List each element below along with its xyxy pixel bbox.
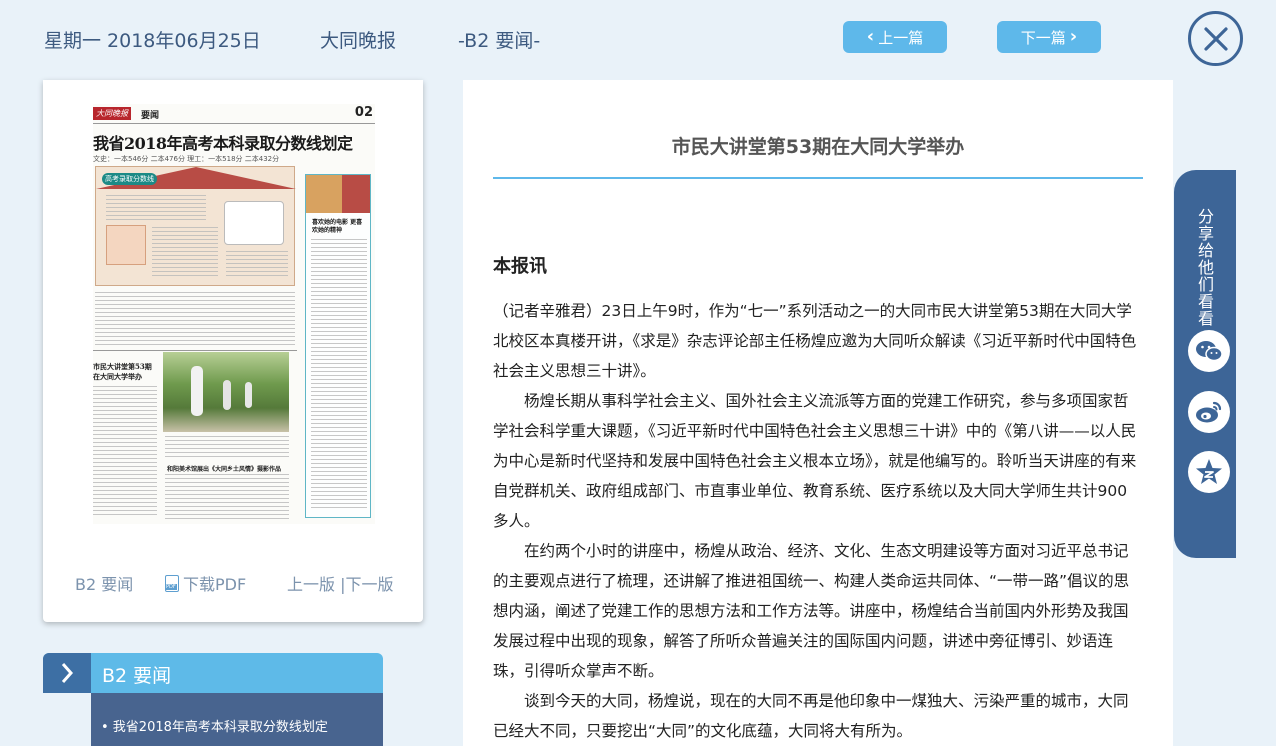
infographic-text-block xyxy=(106,195,206,221)
newspaper-text-block xyxy=(93,386,157,518)
infographic-text-block xyxy=(152,227,218,279)
wechat-icon xyxy=(1196,341,1223,362)
newspaper-text-block xyxy=(165,474,289,520)
newspaper-text-block xyxy=(95,292,295,346)
newspaper-page-number: 02 xyxy=(354,105,373,120)
prev-article-button[interactable]: ‹ 上一篇 xyxy=(843,21,947,53)
paper-name: 大同晚报 xyxy=(320,30,397,52)
page-preview-card: 大同晚报 要闻 02 我省2018年高考本科录取分数线划定 文史：一本546分 … xyxy=(43,80,423,622)
share-wechat-button[interactable] xyxy=(1188,330,1230,372)
infographic-label: 高考录取分数线 xyxy=(102,173,157,185)
article-paragraph: 杨煌长期从事科学社会主义、国外社会主义流派等方面的党建工作研究，参与多项国家哲学… xyxy=(493,392,1137,530)
share-sidebar: 分享给他们看看 xyxy=(1174,170,1236,558)
section-nav-header[interactable]: B2 要闻 xyxy=(43,653,383,693)
photo-runner xyxy=(191,366,203,416)
infographic-box xyxy=(106,225,146,265)
article-lead: 本报讯 xyxy=(493,256,547,277)
page-section-link[interactable]: B2 要闻 xyxy=(75,571,133,595)
close-button[interactable] xyxy=(1188,11,1243,66)
side-column-headline: 喜欢她的电影 更喜欢她的精神 xyxy=(312,219,363,234)
prev-article-label: 上一篇 xyxy=(878,28,924,47)
photo-runner xyxy=(223,380,231,410)
article-paragraph: 谈到今天的大同，杨煌说，现在的大同不再是他印象中一煤独大、污染严重的城市，大同已… xyxy=(493,692,1129,740)
newspaper-text-block xyxy=(165,436,289,460)
issue-date: 星期一 2018年06月25日 xyxy=(44,30,261,52)
chevron-right-icon[interactable] xyxy=(43,653,91,693)
article-panel: 市民大讲堂第53期在大同大学举办 本报讯 （记者辛雅君）23日上午9时，作为“七… xyxy=(463,80,1173,746)
newspaper-section: 要闻 xyxy=(141,111,160,121)
article-title: 市民大讲堂第53期在大同大学举办 xyxy=(671,136,965,158)
chevron-left-icon: ‹ xyxy=(866,26,875,47)
next-article-label: 下一篇 xyxy=(1020,28,1066,47)
download-pdf-link[interactable]: 下载PDF xyxy=(165,571,246,595)
section-article-list: • 我省2018年高考本科录取分数线划定 xyxy=(91,693,383,746)
share-qzone-button[interactable] xyxy=(1188,451,1230,493)
section-name: -B2 要闻- xyxy=(458,30,541,52)
newspaper-subline: 文史：一本546分 二本476分 理工：一本518分 二本432分 xyxy=(93,155,280,163)
newspaper-text-block xyxy=(311,239,367,511)
side-column-banner-accent xyxy=(342,175,370,213)
next-article-button[interactable]: 下一篇 › xyxy=(997,21,1101,53)
newspaper-photo-runners xyxy=(163,352,289,432)
newspaper-article3-headline: 和阳美术馆展出《大同乡土风情》摄影作品 xyxy=(167,466,282,473)
chevron-right-icon: › xyxy=(1069,26,1078,47)
qzone-icon xyxy=(1196,459,1222,484)
prev-next-page-links[interactable]: 上一版 |下一版 xyxy=(287,571,393,595)
article-body: （记者辛雅君）23日上午9时，作为“七一”系列活动之一的大同市民大讲堂第53期在… xyxy=(493,296,1141,746)
download-pdf-label: 下载PDF xyxy=(183,575,247,594)
share-label: 分享给他们看看 xyxy=(1197,207,1214,328)
infographic-card xyxy=(224,201,284,245)
newspaper-side-column: 喜欢她的电影 更喜欢她的精神 xyxy=(305,174,371,518)
photo-runner xyxy=(245,382,252,408)
newspaper-article2-headline: 市民大讲堂第53期在大同大学举办 xyxy=(93,362,152,381)
newspaper-divider xyxy=(93,350,297,351)
article-paragraph: 在约两个小时的讲座中，杨煌从政治、经济、文化、生态文明建设等方面对习近平总书记的… xyxy=(493,542,1130,680)
close-icon xyxy=(1203,26,1228,51)
section-nav-title: B2 要闻 xyxy=(102,665,172,687)
section-article-item[interactable]: • 我省2018年高考本科录取分数线划定 xyxy=(101,716,328,735)
infographic-text-block xyxy=(226,251,288,279)
pdf-icon xyxy=(165,574,179,592)
newspaper-logo: 大同晚报 xyxy=(93,107,131,120)
share-weibo-button[interactable] xyxy=(1188,391,1230,433)
weibo-icon xyxy=(1196,401,1222,423)
article-paragraph: （记者辛雅君）23日上午9时，作为“七一”系列活动之一的大同市民大讲堂第53期在… xyxy=(493,302,1137,380)
newspaper-headline: 我省2018年高考本科录取分数线划定 xyxy=(93,134,353,153)
newspaper-page-thumbnail[interactable]: 大同晚报 要闻 02 我省2018年高考本科录取分数线划定 文史：一本546分 … xyxy=(93,104,375,524)
newspaper-infographic: 高考录取分数线 xyxy=(95,166,296,286)
title-divider xyxy=(493,177,1143,179)
newspaper-masthead: 大同晚报 要闻 02 xyxy=(93,104,375,124)
